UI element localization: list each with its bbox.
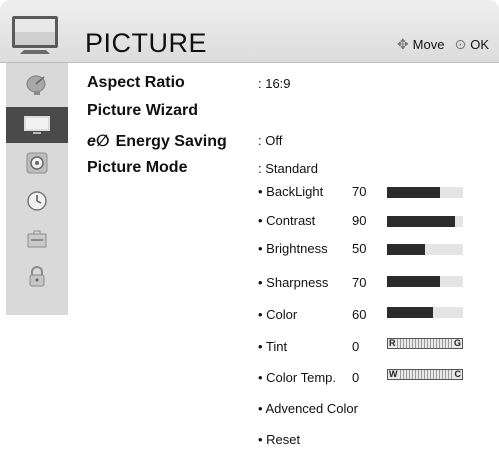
color-label[interactable]: • Color (258, 307, 297, 322)
tint-left-label: R (388, 338, 397, 348)
color-temp-balance-bar[interactable]: W C (387, 369, 463, 380)
tv-icon (6, 10, 64, 60)
energy-saving-logo: e∅ (87, 133, 110, 150)
contrast-value: 90 (352, 213, 367, 228)
nav-hint: ✥ Move ⊙ OK (397, 36, 489, 53)
sharpness-value: 70 (352, 275, 367, 290)
contrast-label[interactable]: • Contrast (258, 213, 315, 228)
satellite-dish-icon (26, 75, 46, 95)
sidebar-item-channel[interactable] (6, 67, 68, 103)
sharpness-label[interactable]: • Sharpness (258, 275, 328, 290)
category-sidebar (6, 63, 68, 315)
tint-balance-bar[interactable]: R G (387, 338, 463, 349)
briefcase-lock-icon (27, 230, 47, 248)
tint-value: 0 (352, 339, 360, 354)
tint-right-label: G (452, 338, 462, 348)
aspect-ratio-label[interactable]: Aspect Ratio (87, 74, 185, 92)
move-hint-label: Move (412, 37, 445, 52)
sidebar-item-lock[interactable] (6, 259, 68, 295)
color-temp-left-label: W (388, 369, 399, 379)
backlight-value: 70 (352, 184, 367, 199)
energy-saving-item[interactable]: e∅ Energy Saving (87, 131, 227, 151)
sidebar-item-picture[interactable] (6, 107, 68, 143)
title-bar: PICTURE ✥ Move ⊙ OK (0, 0, 499, 63)
clock-icon (27, 191, 47, 211)
padlock-icon (29, 266, 45, 287)
color-temp-value: 0 (352, 370, 360, 385)
contrast-bar-fill (387, 216, 456, 227)
reset-item[interactable]: • Reset (258, 432, 300, 447)
brightness-bar[interactable] (387, 244, 463, 255)
page-title: PICTURE (85, 28, 208, 58)
advanced-color-item[interactable]: • Advenced Color (258, 401, 358, 416)
move-arrows-icon: ✥ (396, 36, 409, 52)
backlight-bar[interactable] (387, 187, 463, 198)
brightness-value: 50 (352, 241, 367, 256)
sharpness-bar[interactable] (387, 276, 463, 287)
color-temp-right-label: C (453, 369, 462, 379)
color-bar[interactable] (387, 307, 463, 318)
sidebar-item-option[interactable] (6, 221, 68, 257)
picture-mode-label[interactable]: Picture Mode (87, 159, 187, 177)
speaker-icon (26, 152, 48, 174)
tint-label[interactable]: • Tint (258, 339, 287, 354)
tv-picture-icon (24, 116, 50, 134)
backlight-label[interactable]: • BackLight (258, 184, 323, 199)
brightness-bar-fill (387, 244, 425, 255)
ok-hint-label: OK (470, 37, 489, 52)
contrast-bar[interactable] (387, 216, 463, 227)
picture-settings-panel (72, 63, 499, 459)
sidebar-item-time[interactable] (6, 183, 68, 219)
energy-saving-label: Energy Saving (115, 133, 227, 150)
picture-mode-value: : Standard (258, 161, 318, 176)
sidebar-item-audio[interactable] (6, 145, 68, 181)
color-temp-label[interactable]: • Color Temp. (258, 370, 336, 385)
picture-wizard-label[interactable]: Picture Wizard (87, 102, 198, 120)
sharpness-bar-fill (387, 276, 441, 287)
energy-saving-value: : Off (258, 133, 283, 148)
aspect-ratio-value: : 16:9 (258, 76, 291, 91)
color-bar-fill (387, 307, 433, 318)
brightness-label[interactable]: • Brightness (258, 241, 328, 256)
ok-button-icon: ⊙ (454, 36, 467, 52)
color-value: 60 (352, 307, 367, 322)
backlight-bar-fill (387, 187, 441, 198)
